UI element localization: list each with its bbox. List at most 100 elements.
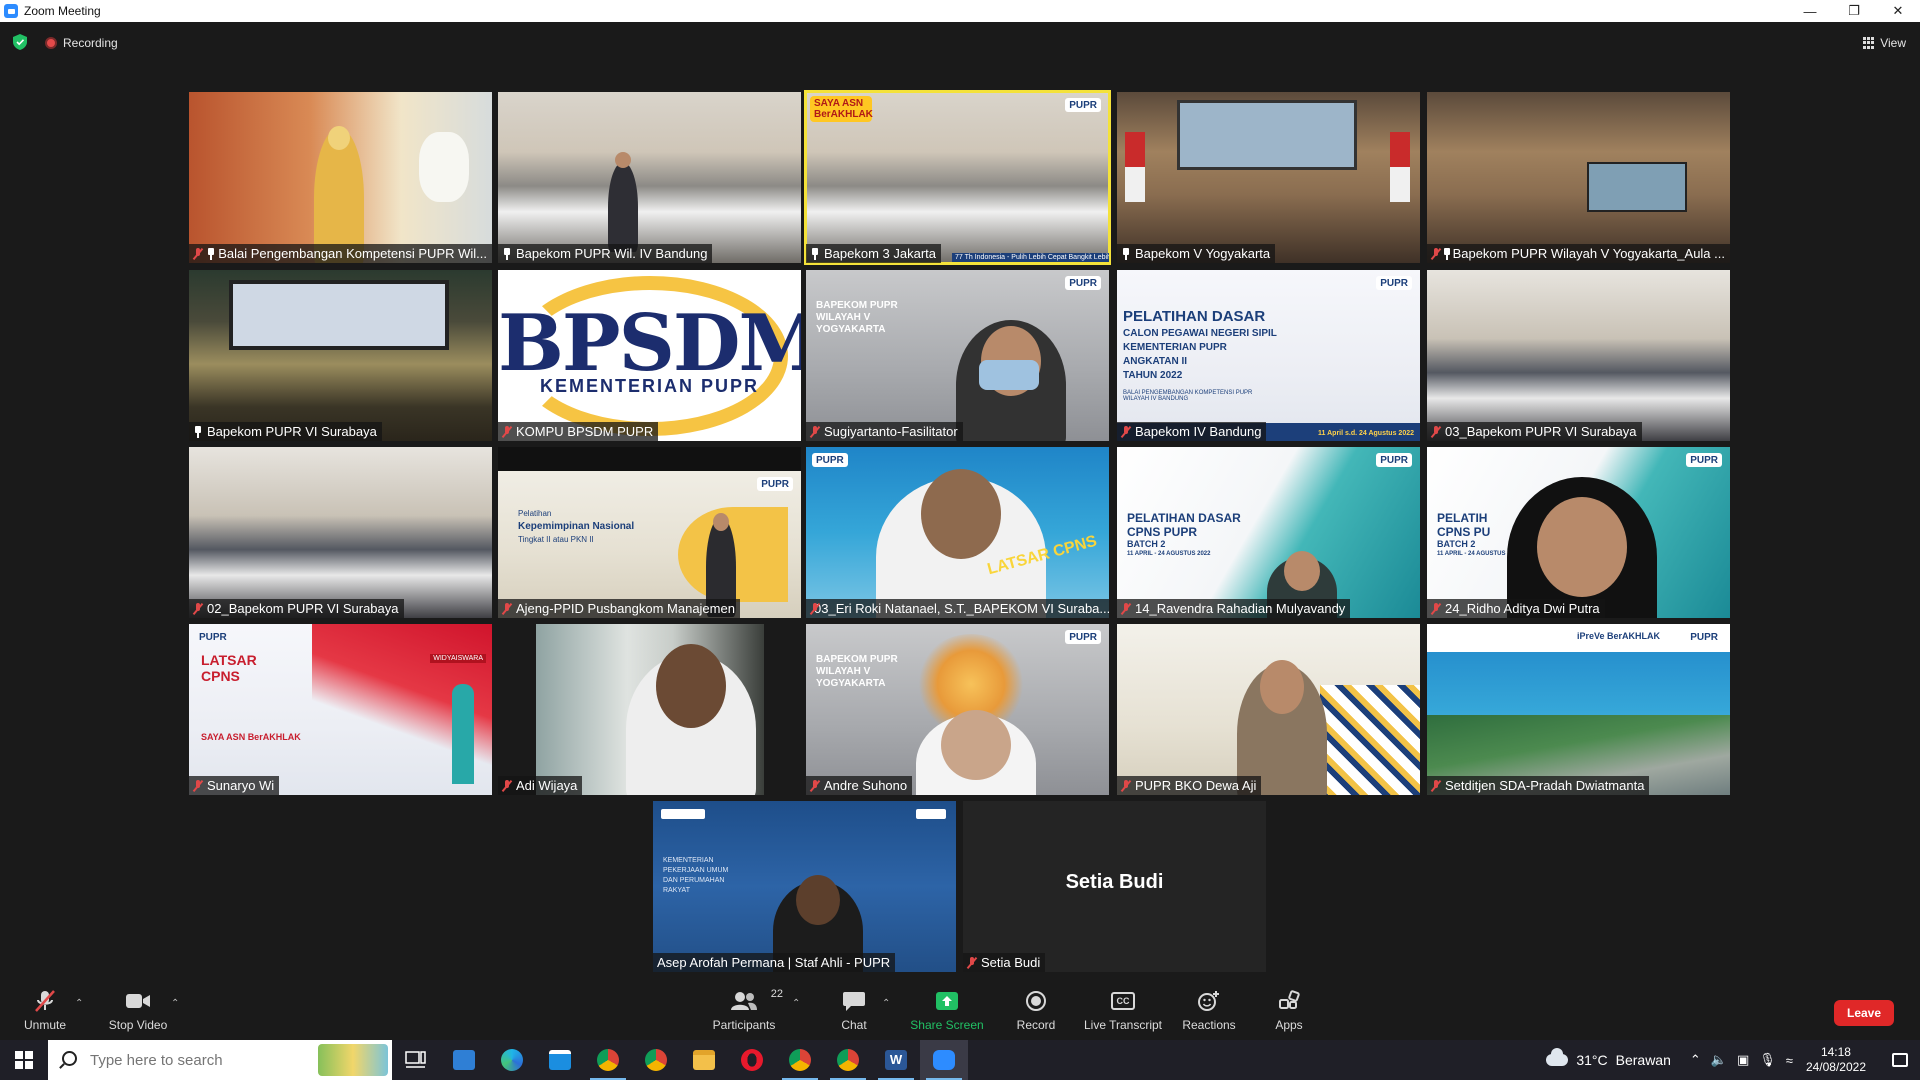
share-screen-button[interactable]: Share Screen	[902, 990, 992, 1032]
slide-line: TAHUN 2022	[1123, 370, 1183, 381]
live-transcript-button[interactable]: CC Live Transcript	[1078, 990, 1168, 1032]
task-view-icon	[405, 1051, 426, 1068]
audio-options-chevron-up-icon[interactable]: ⌃	[75, 998, 83, 1009]
video-tile[interactable]: PUPR LATSAR CPNS 03_Eri Roki Natanael, S…	[806, 447, 1109, 618]
taskbar-chrome-2[interactable]	[632, 1040, 680, 1080]
slide-line: DAN PERUMAHAN	[663, 877, 725, 884]
microphone-icon[interactable]: 🎙	[1759, 1052, 1776, 1068]
taskbar-store[interactable]	[536, 1040, 584, 1080]
video-tile[interactable]: PUPR PUPR Pelatihan Kepemimpinan Nasiona…	[498, 447, 801, 618]
participant-name: Setia Budi	[981, 955, 1041, 970]
participant-label: Bapekom PUPR Wilayah V Yogyakarta_Aula .…	[1427, 244, 1730, 263]
smiley-plus-icon	[1198, 991, 1219, 1011]
slide-title: BAPEKOM PUPR WILAYAH V YOGYAKARTA	[816, 300, 898, 335]
video-tile[interactable]: BPSDM KEMENTERIAN PUPR KOMPU BPSDM PUPR	[498, 270, 801, 441]
start-button[interactable]	[0, 1040, 48, 1080]
slide-line: LATSAR	[201, 652, 257, 668]
participant-label: Bapekom IV Bandung	[1117, 422, 1267, 441]
live-transcript-label: Live Transcript	[1083, 1018, 1163, 1032]
video-tile[interactable]: PUPR PELATIH CPNS PU BATCH 2 11 APRIL - …	[1427, 447, 1730, 618]
stop-video-button[interactable]: Stop Video	[93, 990, 183, 1032]
speaker-icon[interactable]: 🔈	[1711, 1052, 1727, 1068]
taskbar-chrome-3[interactable]	[776, 1040, 824, 1080]
participant-name: Setditjen SDA-Pradah Dwiatmanta	[1445, 778, 1645, 793]
share-icon-wrap	[902, 990, 992, 1012]
participant-label: Andre Suhono	[806, 776, 913, 795]
video-tile[interactable]: BAPEKOM PUPR WILAYAH V YOGYAKARTA PUPR S…	[806, 270, 1109, 441]
window-controls: — ❐ ✕	[1788, 0, 1920, 22]
video-tile-no-video[interactable]: Setia Budi Setia Budi	[963, 801, 1266, 972]
notification-center-button[interactable]	[1880, 1040, 1920, 1080]
show-hidden-icons-chevron-up-icon[interactable]: ⌃	[1690, 1052, 1701, 1068]
pupr-logo: PUPR	[1686, 453, 1722, 467]
slide-line: RAKYAT	[663, 887, 690, 894]
word-icon: W	[885, 1050, 907, 1070]
chat-options-chevron-up-icon[interactable]: ⌃	[882, 998, 890, 1009]
video-tile[interactable]: PUPR BKO Dewa Aji	[1117, 624, 1420, 795]
chat-label: Chat	[841, 1018, 867, 1032]
reactions-button[interactable]: Reactions	[1164, 990, 1254, 1032]
task-view-button[interactable]	[392, 1040, 440, 1080]
video-tile-active-speaker[interactable]: SAYA ASN BerAKHLAK PUPR 77 Th Indonesia …	[804, 90, 1111, 265]
taskbar-search-input[interactable]	[90, 1051, 310, 1069]
close-button[interactable]: ✕	[1876, 0, 1920, 22]
taskbar-edge[interactable]	[488, 1040, 536, 1080]
participant-name: Adi Wijaya	[516, 778, 578, 793]
muted-mic-icon	[1121, 425, 1131, 438]
taskbar-chrome-4[interactable]	[824, 1040, 872, 1080]
leave-button[interactable]: Leave	[1834, 1000, 1894, 1026]
video-tile[interactable]: KEMENTERIAN PEKERJAAN UMUM DAN PERUMAHAN…	[653, 801, 956, 972]
weather-widget[interactable]: 31°C Berawan	[1546, 1048, 1671, 1068]
wifi-icon[interactable]: ≈	[1786, 1053, 1793, 1068]
taskbar-word[interactable]: W	[872, 1040, 920, 1080]
video-tile[interactable]: Bapekom PUPR Wilayah V Yogyakarta_Aula .…	[1427, 92, 1730, 263]
meet-now-camera-icon[interactable]: ▣	[1737, 1052, 1749, 1068]
participant-name: Ajeng-PPID Pusbangkom Manajemen	[516, 601, 735, 616]
video-tile[interactable]: BAPEKOM PUPR WILAYAH V YOGYAKARTA PUPR A…	[806, 624, 1109, 795]
video-tile[interactable]: Adi Wijaya	[498, 624, 801, 795]
taskbar-zoom[interactable]	[920, 1040, 968, 1080]
unmute-button[interactable]: Unmute	[0, 990, 90, 1032]
video-tile[interactable]: PUPR LATSAR CPNS SAYA ASN BerAKHLAK WIDY…	[189, 624, 492, 795]
participants-options-chevron-up-icon[interactable]: ⌃	[792, 998, 800, 1009]
video-tile[interactable]: PUPR PELATIHAN DASAR CPNS PUPR BATCH 2 1…	[1117, 447, 1420, 618]
view-label: View	[1880, 36, 1906, 50]
minimize-button[interactable]: —	[1788, 0, 1832, 22]
video-tile[interactable]: Bapekom PUPR VI Surabaya	[189, 270, 492, 441]
video-tile[interactable]: Bapekom V Yogyakarta	[1117, 92, 1420, 263]
video-options-chevron-up-icon[interactable]: ⌃	[171, 998, 179, 1009]
participant-label: Asep Arofah Permana | Staf Ahli - PUPR	[653, 953, 896, 972]
view-button[interactable]: View	[1863, 36, 1906, 50]
record-button[interactable]: Record	[991, 990, 1081, 1032]
apps-button[interactable]: Apps	[1244, 990, 1334, 1032]
participant-label: Setia Budi	[963, 953, 1046, 972]
taskbar-chrome-1[interactable]	[584, 1040, 632, 1080]
participant-name: Andre Suhono	[824, 778, 908, 793]
taskbar-search-box[interactable]	[48, 1040, 392, 1080]
restore-button[interactable]: ❐	[1832, 0, 1876, 22]
taskbar-mail[interactable]	[440, 1040, 488, 1080]
video-tile[interactable]: 02_Bapekom PUPR VI Surabaya	[189, 447, 492, 618]
taskbar-opera[interactable]	[728, 1040, 776, 1080]
video-tile[interactable]: PUPR PELATIHAN DASAR CALON PEGAWAI NEGER…	[1117, 270, 1420, 441]
video-tile[interactable]: iPreVe BerAKHLAK PUPR Setditjen SDA-Prad…	[1427, 624, 1730, 795]
taskbar-file-explorer[interactable]	[680, 1040, 728, 1080]
recording-indicator[interactable]: Recording	[45, 36, 118, 50]
slide-line: KEMENTERIAN	[663, 857, 714, 864]
apps-icon	[1279, 990, 1300, 1009]
encryption-shield-icon[interactable]	[13, 34, 27, 50]
taskbar-clock[interactable]: 14:18 24/08/2022	[1806, 1045, 1866, 1075]
flower-decoration	[419, 132, 469, 202]
participant-name: 03_Bapekom PUPR VI Surabaya	[1445, 424, 1637, 439]
mail-icon	[453, 1050, 475, 1070]
video-tile[interactable]: Balai Pengembangan Kompetensi PUPR Wil..…	[189, 92, 492, 263]
slide-logo	[916, 809, 946, 819]
video-tile[interactable]: 03_Bapekom PUPR VI Surabaya	[1427, 270, 1730, 441]
video-tile[interactable]: Bapekom PUPR Wil. IV Bandung	[498, 92, 801, 263]
pin-icon	[206, 247, 215, 260]
participant-label: Sugiyartanto-Fasilitator	[806, 422, 963, 441]
participants-button[interactable]: 22 Participants	[699, 988, 789, 1032]
participant-figure	[626, 644, 756, 795]
video-wall	[229, 280, 449, 350]
chat-button[interactable]: Chat	[809, 990, 899, 1032]
